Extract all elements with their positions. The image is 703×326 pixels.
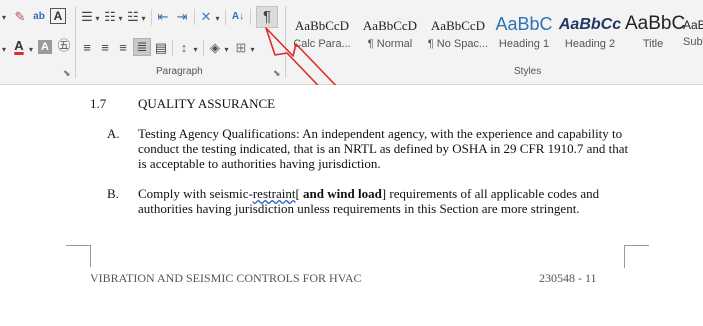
item-b-text-end: ] requirements of all applicable codes a… [381,186,600,201]
style-preview: AaBbCc [558,16,622,33]
dropdown-arrow-icon[interactable]: ▾ [0,10,8,26]
dropdown-arrow-icon[interactable]: ▾ [27,42,35,58]
line-spacing-icon[interactable]: ↕ [176,40,192,56]
style-name: Title [642,38,664,50]
style-preview: AaBbCc [683,18,703,32]
item-b-line-2: authorities having jurisdiction unless r… [138,201,580,216]
item-a-line-3: is acceptable to authorities having juri… [138,156,381,171]
align-center-icon[interactable]: ≡ [98,40,112,56]
style-preview: AaBbCcD [430,18,486,33]
style-heading-1[interactable]: AaBbC Heading 1 [493,14,555,58]
bold-option-text: and wind load [299,186,382,201]
dropdown-arrow-icon[interactable]: ▾ [117,11,124,27]
spelling-squiggle-word[interactable]: restraint [253,186,296,201]
section-title: QUALITY ASSURANCE [138,96,276,111]
shading-icon[interactable]: ◈ [207,40,223,56]
dropdown-arrow-icon[interactable]: ▾ [192,42,199,58]
enclose-characters-icon[interactable]: ㊄ [56,38,72,54]
style-name: Subtitle [683,36,703,48]
font-color-icon[interactable]: A [12,38,26,54]
separator [225,9,226,25]
section-number: 1.7 [90,96,107,111]
item-a-line-2: conduct the testing indicated, that is a… [138,141,629,156]
align-left-icon[interactable]: ≡ [80,40,94,56]
paragraph-group-label: Paragraph [156,66,203,77]
style-title[interactable]: AaBbC Title [625,12,686,56]
separator [194,9,195,25]
style-name: Heading 1 [498,38,550,50]
dropdown-arrow-icon[interactable]: ▾ [94,11,101,27]
decrease-indent-icon[interactable]: ⇤ [155,9,171,25]
style-name: Heading 2 [564,38,616,50]
crop-mark-left-h [66,245,90,246]
phonetic-guide-icon[interactable]: ab [31,9,47,25]
distributed-icon[interactable]: ▤ [154,40,168,56]
bullets-icon[interactable]: ☰ [80,9,94,25]
font-dialog-launcher-icon[interactable]: ⬊ [63,68,71,79]
item-a-line-1: Testing Agency Qualifications: An indepe… [138,126,623,141]
document-page[interactable]: 1.7 QUALITY ASSURANCE A. Testing Agency … [0,85,703,326]
increase-indent-icon[interactable]: ⇥ [174,9,190,25]
separator [172,40,173,56]
clear-formatting-icon[interactable]: ✎ [12,9,28,25]
character-border-icon[interactable]: A [50,8,66,24]
style-no-spacing[interactable]: AaBbCcD ¶ No Spac... [425,18,491,62]
style-preview: AaBbC [625,13,686,34]
separator [203,40,204,56]
separator [151,9,152,25]
align-right-icon[interactable]: ≡ [116,40,130,56]
dropdown-arrow-icon[interactable]: ▾ [223,42,230,58]
footer-page-number: 230548 - 11 [539,271,597,285]
asian-layout-icon[interactable]: ✕ [198,9,214,25]
crop-mark-right [624,245,649,268]
item-b-line-1: Comply with seismic-restraint[ and wind … [138,186,599,201]
crop-mark-left [66,245,91,267]
dropdown-arrow-icon[interactable]: ▾ [0,42,8,58]
dropdown-arrow-icon[interactable]: ▾ [214,11,221,27]
style-name: ¶ No Spac... [427,38,489,50]
style-subtitle[interactable]: AaBbCc Subtitle [683,18,703,62]
item-a-letter: A. [107,126,120,141]
item-b-text: Comply with seismic- [138,186,253,201]
character-shading-icon[interactable]: A [38,40,52,54]
item-b-letter: B. [107,186,119,201]
style-preview: AaBbC [495,14,553,34]
justify-icon[interactable]: ≣ [133,38,151,56]
dropdown-arrow-icon[interactable]: ▾ [140,11,147,27]
style-heading-2[interactable]: AaBbCc Heading 2 [557,14,623,58]
group-separator [75,6,76,78]
styles-group-label: Styles [514,66,542,77]
multilevel-list-icon[interactable]: ☳ [126,9,140,25]
footer-title: VIBRATION AND SEISMIC CONTROLS FOR HVAC [90,271,362,285]
numbering-icon[interactable]: ☷ [103,9,117,25]
